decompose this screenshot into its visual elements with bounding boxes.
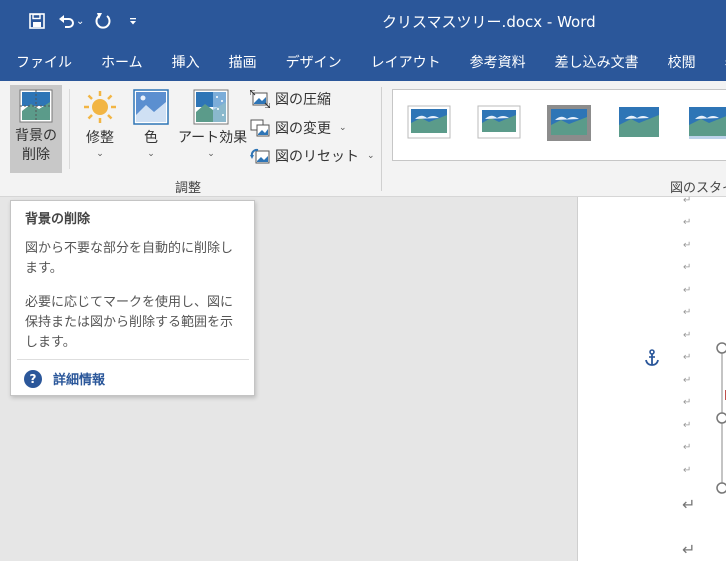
remove-background-label-1: 背景の [15,128,57,144]
paragraph-mark: ↵ [682,495,696,514]
title-bar: ⌄ クリスマスツリー.docx - Word [0,0,726,42]
remove-background-label-2: 削除 [22,147,50,163]
ribbon-divider [69,89,70,169]
paragraph-mark: ↵ [683,420,692,431]
group-separator [381,87,382,191]
picture-style-thumb-5[interactable] [687,105,726,141]
customize-qat-button[interactable] [118,9,148,33]
paragraph-mark: ↵ [683,285,692,296]
paragraph-mark: ↵ [683,217,692,228]
artistic-effects-icon [193,89,229,125]
ribbon-tabs: ファイル ホーム 挿入 描画 デザイン レイアウト 参考資料 差し込み文書 校閲… [0,42,726,81]
image-selection-handles[interactable] [706,340,726,500]
change-picture-label: 図の変更 [275,121,331,137]
reset-picture-icon [250,148,270,164]
paragraph-mark: ↵ [683,397,692,408]
paragraph-mark: ↵ [683,262,692,273]
corrections-button[interactable]: 修整 ⌄ [80,85,120,160]
adjust-group-label: 調整 [175,181,202,196]
paragraph-mark: ↵ [683,465,692,476]
customize-qat-icon [130,18,137,25]
chevron-down-icon: ⌄ [367,151,375,161]
tab-file[interactable]: ファイル [16,52,72,72]
corrections-icon [84,91,116,123]
chevron-down-icon: ⌄ [147,149,155,159]
picture-styles-group-label: 図のスタイル [670,181,726,196]
artistic-effects-label: アート効果 [178,130,248,146]
compress-label: 図の圧縮 [275,92,331,108]
undo-icon [59,15,74,28]
document-page[interactable] [577,197,726,561]
quick-access-toolbar: ⌄ [22,9,148,33]
chevron-down-icon: ⌄ [339,123,347,133]
remove-background-icon [19,89,53,123]
reset-picture-label: 図のリセット [275,149,359,165]
compress-pictures-button[interactable]: 図の圧縮 [250,89,331,109]
paragraph-mark: ↵ [683,240,692,251]
paragraph-mark: ↵ [683,307,692,318]
save-button[interactable] [22,9,52,33]
paragraph-mark: ↵ [683,352,692,363]
change-picture-icon [250,119,270,137]
tab-home[interactable]: ホーム [101,52,143,72]
tab-insert[interactable]: 挿入 [172,52,200,72]
paragraph-mark: ↵ [683,330,692,341]
picture-styles-gallery[interactable] [392,89,726,161]
paragraph-mark: ↵ [683,195,692,206]
more-info-label: 詳細情報 [53,373,106,388]
picture-style-thumb-4[interactable] [617,105,661,141]
corrections-label: 修整 [86,130,114,146]
help-icon: ? [24,369,42,388]
tooltip-description: 図から不要な部分を自動的に削除します。 [25,241,234,276]
paragraph-mark: ↵ [682,540,696,559]
tab-references[interactable]: 参考資料 [470,52,526,72]
color-button[interactable]: 色 ⌄ [131,85,171,160]
tab-design[interactable]: デザイン [286,52,342,72]
remove-background-button[interactable]: 背景の 削除 [10,85,62,173]
tab-draw[interactable]: 描画 [229,52,257,72]
tooltip-description-2: 必要に応じてマークを使用し、図に保持または図から削除する範囲を示します。 [25,295,234,350]
color-label: 色 [144,130,158,146]
picture-style-thumb-2[interactable] [477,105,521,141]
ribbon: 背景の 削除 修整 ⌄ 色 ⌄ アート効果 ⌄ 図の圧縮 図の変更 ⌄ 図のリセ… [0,81,726,197]
paragraph-mark: ↵ [683,442,692,453]
compress-icon [250,90,270,108]
color-icon [133,89,169,125]
remove-background-tooltip: 背景の削除 図から不要な部分を自動的に削除します。 必要に応じてマークを使用し、… [10,200,255,396]
picture-style-thumb-1[interactable] [407,105,451,141]
window-title: クリスマスツリー.docx - Word [382,13,596,31]
save-icon [29,13,45,29]
tab-layout[interactable]: レイアウト [371,52,441,72]
tooltip-divider [17,359,249,360]
anchor-icon[interactable] [644,349,660,367]
change-picture-button[interactable]: 図の変更 ⌄ [250,118,347,138]
redo-icon [95,13,111,29]
artistic-effects-button[interactable]: アート効果 ⌄ [178,85,248,160]
reset-picture-button[interactable]: 図のリセット ⌄ [250,146,375,166]
undo-dropdown-icon[interactable]: ⌄ [76,16,84,27]
tooltip-title: 背景の削除 [25,212,91,227]
tab-mailings[interactable]: 差し込み文書 [555,52,639,72]
picture-style-thumb-3[interactable] [547,105,591,141]
redo-button[interactable] [88,9,118,33]
tab-review[interactable]: 校閲 [668,52,696,72]
tooltip-more-info-link[interactable]: ? 詳細情報 [24,369,105,388]
chevron-down-icon: ⌄ [96,149,104,159]
chevron-down-icon: ⌄ [207,149,215,159]
paragraph-mark: ↵ [683,375,692,386]
